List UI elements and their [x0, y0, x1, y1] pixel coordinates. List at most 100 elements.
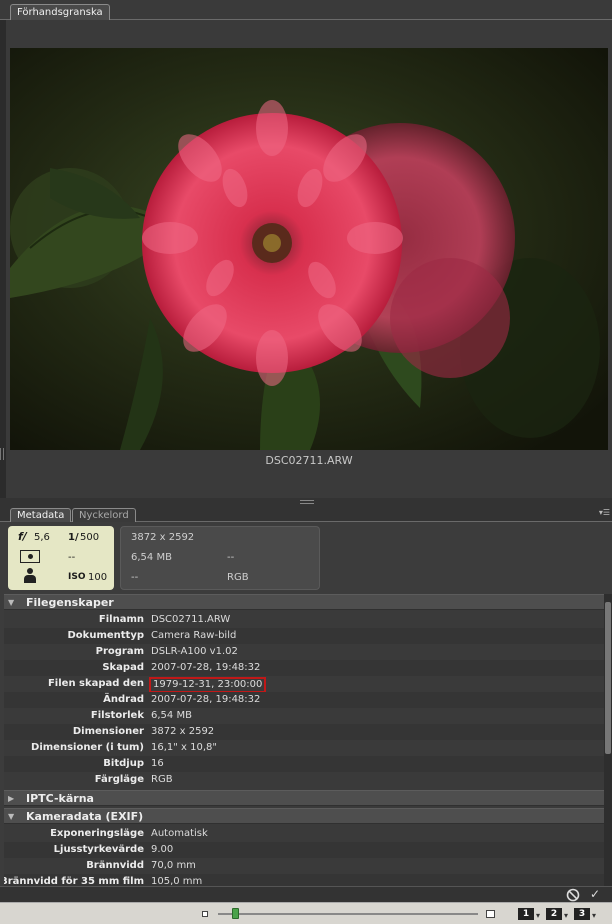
panel-resize-grip[interactable] [0, 448, 4, 460]
properties-scrollbar[interactable] [604, 594, 612, 886]
property-row: Filstorlek 6,54 MB [4, 708, 604, 724]
property-label: Filen skapad den [47, 678, 144, 689]
shutter-value: 500 [80, 532, 100, 543]
property-value[interactable]: 70,0 mm [151, 858, 196, 874]
property-row: Ändrad 2007-07-28, 19:48:32 [4, 692, 604, 708]
property-row: Ljusstyrkevärde 9.00 [4, 842, 604, 858]
property-value[interactable]: 2007-07-28, 19:48:32 [151, 692, 260, 708]
property-row: Brännvidd 70,0 mm [4, 858, 604, 874]
property-label: Dokumenttyp [67, 630, 145, 641]
property-label: Brännvidd för 35 mm film [4, 876, 144, 886]
property-row: Skapad 2007-07-28, 19:48:32 [4, 660, 604, 676]
property-row: Brännvidd för 35 mm film 105,0 mm [4, 874, 604, 886]
summary-blank-2: -- [131, 572, 139, 583]
workspace-1-arrow-icon[interactable]: ▾ [536, 911, 540, 920]
property-label: Brännvidd [86, 860, 144, 871]
workspace-3-button[interactable]: 3 [574, 908, 590, 920]
flower-photo [10, 48, 608, 450]
property-value[interactable]: DSC02711.ARW [151, 612, 230, 628]
property-value[interactable]: 6,54 MB [151, 708, 192, 724]
property-label: Dimensioner (i tum) [31, 742, 144, 753]
property-label: Färgläge [94, 774, 144, 785]
expanded-arrow-icon: ▼ [8, 812, 15, 821]
property-row: Dimensioner (i tum) 16,1" x 10,8" [4, 740, 604, 756]
properties-list: ▼ Filegenskaper Filnamn DSC02711.ARW Dok… [4, 594, 604, 886]
property-label: Filstorlek [90, 710, 144, 721]
iso-value: 100 [88, 572, 108, 583]
preview-image[interactable] [10, 48, 608, 450]
section-iptc[interactable]: ▶ IPTC-kärna [4, 790, 604, 806]
slider-thumb[interactable] [232, 908, 239, 919]
section-title: Kameradata (EXIF) [26, 810, 144, 823]
property-value[interactable]: 105,0 mm [151, 874, 202, 886]
panel-menu-icon[interactable]: ▾☰ [588, 508, 610, 520]
property-row: Bitdjup 16 [4, 756, 604, 772]
preview-filename: DSC02711.ARW [265, 454, 353, 467]
section-exif[interactable]: ▼ Kameradata (EXIF) [4, 808, 604, 824]
property-row: Dokumenttyp Camera Raw-bild [4, 628, 604, 644]
tab-keywords[interactable]: Nyckelord [72, 508, 136, 522]
exposure-summary: f/ 5,6 1/ 500 -- ISO 100 [8, 526, 114, 590]
person-icon [23, 568, 37, 584]
thumbnail-size-slider[interactable] [218, 913, 478, 915]
tab-preview[interactable]: Förhandsgranska [10, 4, 110, 20]
property-row: Exponeringsläge Automatisk [4, 826, 604, 842]
property-label: Skapad [102, 662, 144, 673]
property-value[interactable]: 9.00 [151, 842, 173, 858]
property-label: Bitdjup [103, 758, 144, 769]
summary-dimensions: 3872 x 2592 [131, 532, 195, 543]
metadata-panel: f/ 5,6 1/ 500 -- ISO 100 3872 x 2592 6,5… [0, 522, 612, 886]
thumbnail-small-icon[interactable] [202, 911, 208, 917]
property-value[interactable]: Automatisk [151, 826, 208, 842]
file-summary: 3872 x 2592 6,54 MB -- -- RGB [120, 526, 320, 590]
property-value[interactable]: RGB [151, 772, 173, 788]
expanded-arrow-icon: ▼ [8, 598, 15, 607]
summary-size: 6,54 MB [131, 552, 172, 563]
property-row: Färgläge RGB [4, 772, 604, 788]
property-value[interactable]: 2007-07-28, 19:48:32 [151, 660, 260, 676]
section-title: IPTC-kärna [26, 792, 94, 805]
divider-grip-icon [300, 500, 314, 504]
cancel-icon[interactable] [566, 888, 580, 902]
property-label: Exponeringsläge [50, 828, 144, 839]
property-row: Program DSLR-A100 v1.02 [4, 644, 604, 660]
property-label: Filnamn [98, 614, 144, 625]
panel-divider[interactable] [0, 498, 612, 506]
tab-metadata[interactable]: Metadata [10, 508, 72, 522]
thumbnail-large-icon[interactable] [486, 910, 495, 918]
metering-value: -- [68, 552, 76, 563]
property-value[interactable]: 16,1" x 10,8" [151, 740, 217, 756]
aperture-icon: f/ [18, 530, 27, 543]
property-label: Dimensioner [72, 726, 144, 737]
workspace-3-arrow-icon[interactable]: ▾ [592, 911, 596, 920]
workspace-1-button[interactable]: 1 [518, 908, 534, 920]
property-label: Ändrad [103, 694, 144, 705]
shutter-prefix: 1/ [68, 532, 79, 543]
property-value[interactable]: Camera Raw-bild [151, 628, 236, 644]
property-value[interactable]: 3872 x 2592 [151, 724, 214, 740]
summary-color-mode: RGB [227, 572, 249, 583]
scrollbar-thumb[interactable] [605, 602, 611, 754]
metadata-actions: ✓ [0, 886, 612, 902]
property-row: Dimensioner 3872 x 2592 [4, 724, 604, 740]
summary-blank-1: -- [227, 552, 235, 563]
preview-panel: DSC02711.ARW [6, 20, 612, 498]
property-label: Program [95, 646, 144, 657]
workspace-2-arrow-icon[interactable]: ▾ [564, 911, 568, 920]
property-label: Ljusstyrkevärde [53, 844, 144, 855]
section-file-properties[interactable]: ▼ Filegenskaper [4, 594, 604, 610]
section-title: Filegenskaper [26, 596, 114, 609]
collapsed-arrow-icon: ▶ [8, 794, 15, 803]
property-row: Filnamn DSC02711.ARW [4, 612, 604, 628]
aperture-value: 5,6 [34, 532, 50, 543]
property-value[interactable]: 16 [151, 756, 164, 772]
property-value[interactable]: DSLR-A100 v1.02 [151, 644, 238, 660]
metadata-tabbar: Metadata Nyckelord ▾☰ [0, 506, 612, 522]
property-value-highlighted[interactable]: 1979-12-31, 23:00:00 [149, 677, 267, 693]
metering-icon [20, 550, 40, 563]
workspace-2-button[interactable]: 2 [546, 908, 562, 920]
status-bar: 1 ▾ 2 ▾ 3 ▾ [0, 902, 612, 924]
apply-check-icon[interactable]: ✓ [590, 887, 600, 901]
preview-tabbar: Förhandsgranska [0, 0, 612, 20]
iso-label: ISO [68, 572, 86, 582]
